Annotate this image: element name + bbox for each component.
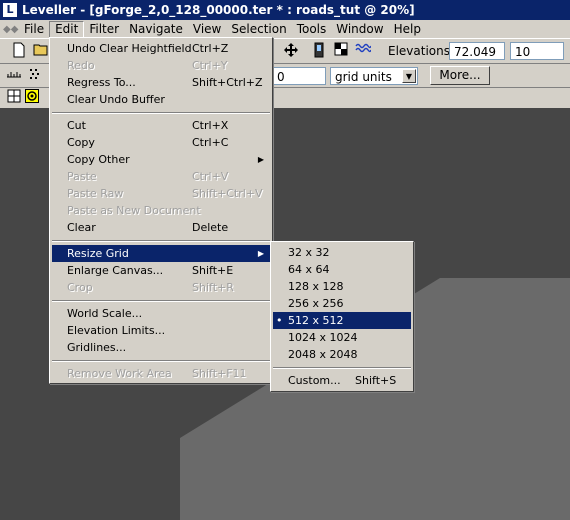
menu-separator: [52, 240, 270, 242]
window-title: Leveller - [gForge_2,0_128_00000.ter * :…: [22, 3, 415, 17]
menu-bar: ◆◆ File Edit Filter Navigate View Select…: [0, 20, 570, 38]
submenu-arrow-icon: ▶: [257, 249, 264, 258]
menu-help[interactable]: Help: [389, 21, 426, 38]
menu-item-enlarge-canvas[interactable]: Enlarge Canvas... Shift+E: [52, 262, 270, 279]
target-icon[interactable]: [23, 89, 41, 107]
new-file-icon[interactable]: [10, 42, 28, 60]
menubar-grip-icon: ◆◆: [3, 23, 19, 35]
resize-option-128[interactable]: 128 x 128: [273, 278, 411, 295]
menu-item-elevation-limits[interactable]: Elevation Limits...: [52, 322, 270, 339]
menu-item-paste-as-new[interactable]: Paste as New Document: [52, 202, 270, 219]
menu-tools[interactable]: Tools: [292, 21, 332, 38]
checker-icon[interactable]: [332, 42, 350, 60]
menu-window[interactable]: Window: [331, 21, 388, 38]
menu-navigate[interactable]: Navigate: [124, 21, 188, 38]
menu-item-copy[interactable]: Copy Ctrl+C: [52, 134, 270, 151]
check-bullet-icon: •: [276, 314, 283, 327]
resize-option-1024[interactable]: 1024 x 1024: [273, 329, 411, 346]
elevation-step-field[interactable]: 10: [510, 42, 564, 60]
units-select-value: grid units: [335, 70, 392, 84]
device-icon[interactable]: [310, 42, 328, 60]
menu-item-regress-to[interactable]: Regress To... Shift+Ctrl+Z: [52, 74, 270, 91]
elevation-value-field[interactable]: 72.049: [449, 42, 505, 60]
menu-file[interactable]: File: [19, 21, 49, 38]
resize-option-512[interactable]: • 512 x 512: [273, 312, 411, 329]
edit-menu: Undo Clear Heightfield Ctrl+Z Redo Ctrl+Y …: [49, 37, 273, 384]
resize-option-2048[interactable]: 2048 x 2048: [273, 346, 411, 363]
menu-selection[interactable]: Selection: [226, 21, 291, 38]
menu-item-paste[interactable]: Paste Ctrl+V: [52, 168, 270, 185]
menu-item-world-scale[interactable]: World Scale...: [52, 305, 270, 322]
menu-item-clear-undo-buffer[interactable]: Clear Undo Buffer: [52, 91, 270, 108]
menu-item-gridlines[interactable]: Gridlines...: [52, 339, 270, 356]
menu-item-undo[interactable]: Undo Clear Heightfield Ctrl+Z: [52, 40, 270, 57]
ruler-icon[interactable]: [5, 67, 23, 85]
value-field[interactable]: 0: [272, 67, 326, 85]
menu-item-remove-work-area[interactable]: Remove Work Area Shift+F11: [52, 365, 270, 382]
menu-item-resize-grid[interactable]: Resize Grid ▶: [52, 245, 270, 262]
resize-grid-submenu: 32 x 32 64 x 64 128 x 128 256 x 256 • 51…: [270, 241, 414, 392]
menu-separator: [52, 112, 270, 114]
menu-view[interactable]: View: [188, 21, 226, 38]
menu-separator: [52, 300, 270, 302]
grid-view-icon[interactable]: [5, 89, 23, 107]
resize-option-custom[interactable]: Custom... Shift+S: [273, 372, 411, 389]
resize-option-64[interactable]: 64 x 64: [273, 261, 411, 278]
menu-item-crop[interactable]: Crop Shift+R: [52, 279, 270, 296]
menu-separator: [52, 360, 270, 362]
wave-icon[interactable]: [354, 42, 372, 60]
menu-item-paste-raw[interactable]: Paste Raw Shift+Ctrl+V: [52, 185, 270, 202]
more-button[interactable]: More...: [430, 66, 490, 85]
menu-filter[interactable]: Filter: [84, 21, 124, 38]
app-icon: L: [3, 3, 17, 17]
move-cross-icon[interactable]: [282, 42, 300, 60]
menu-separator: [273, 367, 411, 369]
chevron-down-icon[interactable]: ▼: [402, 69, 416, 83]
title-bar: L Leveller - [gForge_2,0_128_00000.ter *…: [0, 0, 570, 20]
units-select[interactable]: grid units ▼: [330, 67, 418, 85]
menu-item-redo[interactable]: Redo Ctrl+Y: [52, 57, 270, 74]
resize-option-256[interactable]: 256 x 256: [273, 295, 411, 312]
resize-option-32[interactable]: 32 x 32: [273, 244, 411, 261]
submenu-arrow-icon: ▶: [257, 155, 264, 164]
menu-item-copy-other[interactable]: Copy Other ▶: [52, 151, 270, 168]
dots-icon[interactable]: [26, 67, 44, 85]
elevations-label: Elevations:: [388, 44, 455, 58]
open-folder-icon[interactable]: [32, 42, 50, 60]
menu-item-cut[interactable]: Cut Ctrl+X: [52, 117, 270, 134]
menu-item-clear[interactable]: Clear Delete: [52, 219, 270, 236]
menu-edit[interactable]: Edit: [49, 20, 85, 38]
